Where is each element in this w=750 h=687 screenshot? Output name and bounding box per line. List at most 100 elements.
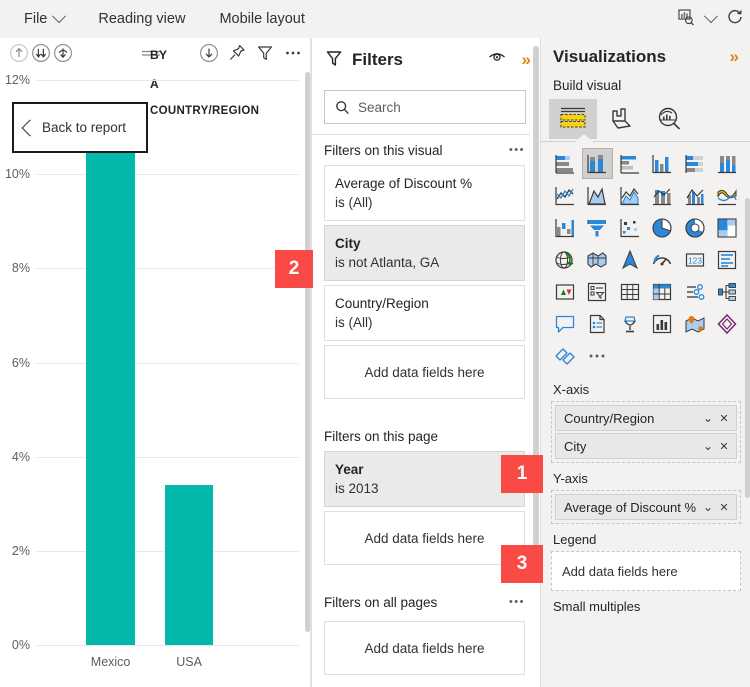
filter-section-more-options-icon[interactable]: ••• xyxy=(509,144,525,156)
100-stacked-bar-chart-icon[interactable] xyxy=(680,149,709,178)
filter-card-field-name: City xyxy=(335,236,361,251)
chevron-down-icon[interactable] xyxy=(703,9,719,24)
filters-pane: Filters » F xyxy=(311,38,541,687)
filter-card[interactable]: City is not Atlanta, GA xyxy=(324,225,525,281)
arcgis-map-icon[interactable] xyxy=(680,309,709,338)
area-chart-icon[interactable] xyxy=(583,181,612,210)
close-icon[interactable]: ✕ xyxy=(716,501,732,514)
menu-item-mobile-layout[interactable]: Mobile layout xyxy=(209,0,314,38)
menu-item-reading-view[interactable]: Reading view xyxy=(88,0,195,38)
filter-drop-zone[interactable]: Add data fields here xyxy=(324,345,525,399)
drill-up-icon[interactable] xyxy=(8,42,30,64)
chevron-down-icon[interactable]: ⌄ xyxy=(700,500,716,514)
ribbon-chart-icon[interactable] xyxy=(713,181,742,210)
filter-card[interactable]: Year is 2013 xyxy=(324,451,525,507)
field-well-label: X-axis xyxy=(553,382,590,397)
chevron-down-icon[interactable]: ⌄ xyxy=(700,439,716,453)
line-stacked-column-chart-icon[interactable] xyxy=(648,181,677,210)
search-input[interactable] xyxy=(356,98,510,116)
field-well[interactable]: Country/Region ⌄ ✕ City ⌄ ✕ xyxy=(551,401,741,463)
visualizations-tab-strip xyxy=(541,97,750,142)
stacked-bar-chart-icon[interactable] xyxy=(550,149,579,178)
filter-section-title: Filters on all pages xyxy=(324,594,438,610)
y-axis-tick-label: 4% xyxy=(11,449,30,464)
line-chart-icon[interactable] xyxy=(550,181,579,210)
filter-card[interactable]: Country/Region is (All) xyxy=(324,285,525,341)
card-icon[interactable]: 123 xyxy=(680,245,709,274)
analytics-tab[interactable] xyxy=(645,99,693,139)
field-chip[interactable]: Average of Discount % ⌄ ✕ xyxy=(555,494,737,520)
field-chip[interactable]: Country/Region ⌄ ✕ xyxy=(555,405,737,431)
callout-badge-2: 2 xyxy=(275,250,313,288)
visualizations-pane-title: Visualizations xyxy=(553,47,667,66)
waterfall-chart-icon[interactable] xyxy=(550,213,579,242)
stacked-column-chart-icon[interactable] xyxy=(581,148,613,179)
azure-map-icon[interactable] xyxy=(615,245,644,274)
filter-drop-zone[interactable]: Add data fields here xyxy=(324,621,525,675)
filters-pane-header-icons: » xyxy=(488,50,531,69)
power-automate-icon[interactable] xyxy=(550,341,579,370)
r-script-visual-icon[interactable] xyxy=(680,277,709,306)
filter-card[interactable]: Average of Discount % is (All) xyxy=(324,165,525,221)
build-visual-tab[interactable] xyxy=(549,99,597,139)
pie-chart-icon[interactable] xyxy=(648,213,677,242)
table-icon[interactable] xyxy=(615,277,644,306)
close-icon[interactable]: ✕ xyxy=(716,440,732,453)
paginated-report-icon[interactable] xyxy=(583,309,612,338)
filter-section-more-options-icon[interactable]: ••• xyxy=(509,596,525,608)
double-chevron-right-icon[interactable]: » xyxy=(522,51,531,68)
back-to-report-button[interactable]: Back to report xyxy=(12,102,148,153)
donut-chart-icon[interactable] xyxy=(680,213,709,242)
drill-down-all-icon[interactable] xyxy=(30,42,52,64)
visualizations-pane-scrollbar[interactable] xyxy=(745,198,750,498)
funnel-chart-icon[interactable] xyxy=(583,213,612,242)
eye-icon[interactable] xyxy=(488,50,506,69)
gauge-icon[interactable] xyxy=(648,245,677,274)
x-axis-tick-label: USA xyxy=(176,655,202,669)
map-icon[interactable] xyxy=(550,245,579,274)
chevron-down-icon[interactable]: ⌄ xyxy=(700,411,716,425)
field-chip[interactable]: City ⌄ ✕ xyxy=(555,433,737,459)
stacked-area-chart-icon[interactable] xyxy=(615,181,644,210)
more-visuals-icon[interactable] xyxy=(583,341,612,370)
kpi-icon[interactable] xyxy=(550,277,579,306)
key-influencers-icon[interactable] xyxy=(615,309,644,338)
magnifier-chart-icon xyxy=(658,107,681,130)
clustered-bar-chart-icon[interactable] xyxy=(615,149,644,178)
filter-drop-zone[interactable]: Add data fields here xyxy=(324,511,525,565)
refresh-icon[interactable] xyxy=(726,8,744,31)
multi-row-card-icon[interactable] xyxy=(713,245,742,274)
treemap-icon[interactable] xyxy=(713,213,742,242)
x-axis-tick-label: Mexico xyxy=(90,655,131,669)
slicer-icon[interactable] xyxy=(583,277,612,306)
decomposition-tree-icon[interactable] xyxy=(713,277,742,306)
scatter-chart-icon[interactable] xyxy=(615,213,644,242)
line-clustered-column-chart-icon[interactable] xyxy=(680,181,709,210)
100-stacked-column-chart-icon[interactable] xyxy=(713,149,742,178)
menu-item-file[interactable]: File xyxy=(14,0,74,38)
field-well[interactable]: Average of Discount % ⌄ ✕ xyxy=(551,490,741,524)
filter-section-header: Filters on all pages ••• xyxy=(312,587,541,617)
filter-section-header: Filters on this visual ••• xyxy=(312,135,541,165)
more-options-icon[interactable] xyxy=(282,42,304,64)
chart-bar[interactable] xyxy=(164,484,214,645)
matrix-icon[interactable] xyxy=(648,277,677,306)
power-apps-icon[interactable] xyxy=(713,309,742,338)
expand-hierarchy-icon[interactable] xyxy=(52,42,74,64)
clustered-column-chart-icon[interactable] xyxy=(648,149,677,178)
filters-search-box[interactable] xyxy=(324,90,526,124)
field-well-empty[interactable]: Add data fields here xyxy=(551,551,741,591)
python-visual-icon[interactable] xyxy=(648,309,677,338)
y-axis-tick-label: 6% xyxy=(11,355,30,370)
field-well-label: Legend xyxy=(553,532,597,547)
analyze-insights-icon[interactable] xyxy=(676,7,696,32)
chart-gridline: 12% xyxy=(5,73,299,87)
format-visual-tab[interactable] xyxy=(597,99,645,139)
filled-map-icon[interactable] xyxy=(583,245,612,274)
chart-bar[interactable] xyxy=(86,138,135,645)
smart-narrative-icon[interactable] xyxy=(550,309,579,338)
field-chip-label: Average of Discount % xyxy=(564,499,696,515)
close-icon[interactable]: ✕ xyxy=(716,412,732,425)
double-chevron-right-icon[interactable]: » xyxy=(730,48,739,65)
bar-chart[interactable]: 0% 2% 4% 6% 8% 10% 12% Mexico USA xyxy=(0,68,311,687)
